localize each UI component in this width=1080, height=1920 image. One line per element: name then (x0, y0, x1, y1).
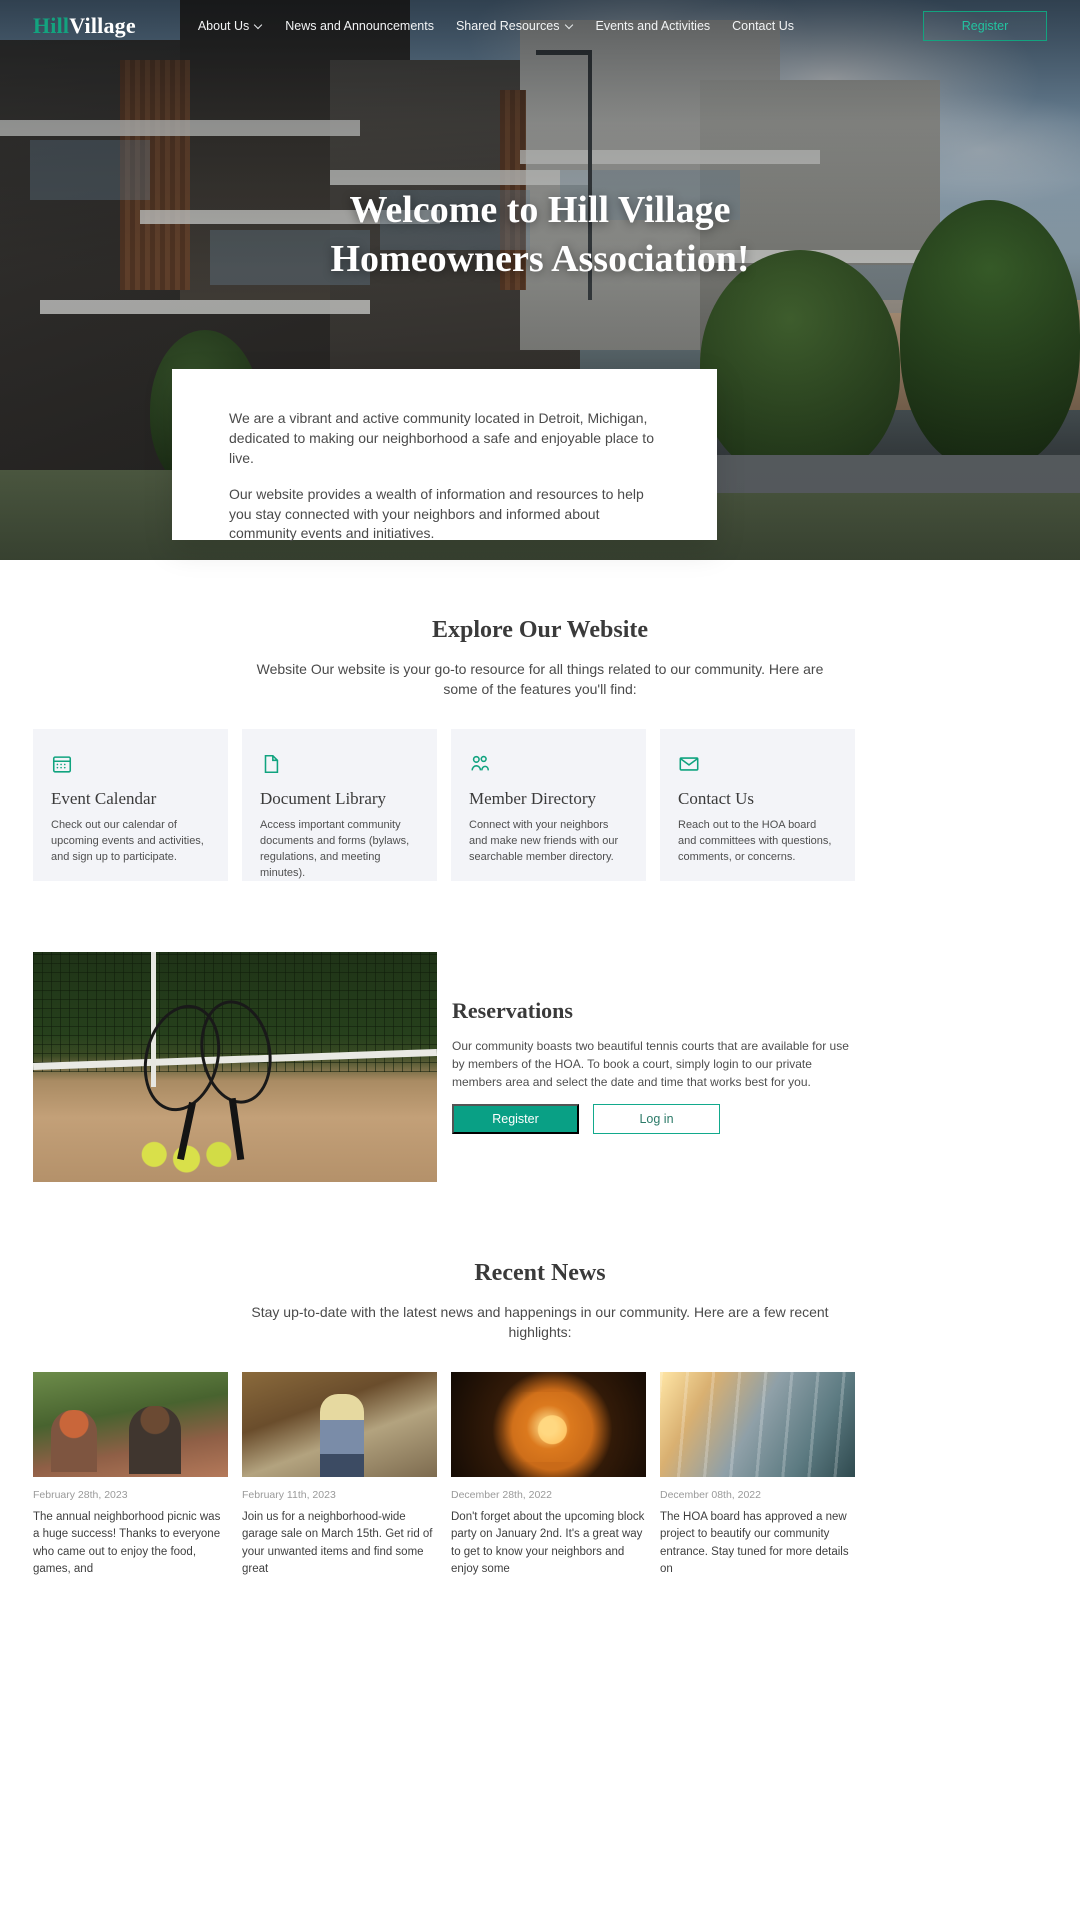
reservations-description: Our community boasts two beautiful tenni… (452, 1039, 849, 1089)
feature-card-contact-us[interactable]: Contact Us Reach out to the HOA board an… (660, 729, 855, 881)
intro-paragraph-2: Our website provides a wealth of informa… (229, 485, 644, 542)
nav-item-shared-resources[interactable]: Shared Resources (456, 20, 574, 33)
news-section-subtitle: Stay up-to-date with the latest news and… (251, 1304, 829, 1340)
calendar-icon (51, 753, 73, 775)
nav-item-label: Shared Resources (455, 18, 560, 33)
logo-text-secondary: Village (69, 13, 136, 38)
feature-card-text: Reach out to the HOA board and committee… (678, 819, 832, 863)
reservations-register-button[interactable]: Register (452, 1104, 579, 1134)
news-thumbnail (33, 1372, 228, 1477)
news-excerpt: Join us for a neighborhood-wide garage s… (242, 1511, 433, 1575)
news-item[interactable]: February 28th, 2023 The annual neighborh… (33, 1372, 228, 1578)
news-excerpt: The HOA board has approved a new project… (660, 1511, 849, 1575)
feature-card-event-calendar[interactable]: Event Calendar Check out our calendar of… (33, 729, 228, 881)
news-excerpt: Don't forget about the upcoming block pa… (451, 1511, 645, 1575)
feature-card-text: Access important community documents and… (260, 819, 410, 879)
intro-paragraph-1: We are a vibrant and active community lo… (229, 410, 654, 466)
reservations-login-button[interactable]: Log in (593, 1104, 720, 1134)
hero-title: Welcome to Hill Village Homeowners Assoc… (0, 186, 1080, 283)
feature-card-title: Document Library (260, 789, 387, 808)
news-thumbnail (451, 1372, 646, 1477)
news-thumbnail (242, 1372, 437, 1477)
intro-card: We are a vibrant and active community lo… (172, 369, 717, 541)
nav-links: About Us News and Announcements Shared R… (198, 20, 794, 33)
reservations-tennis-image (33, 952, 437, 1182)
explore-section-title: Explore Our Website (431, 617, 649, 643)
nav-item-label: Events and Activities (595, 18, 711, 33)
feature-card-text: Connect with your neighbors and make new… (469, 819, 619, 863)
news-item[interactable]: December 28th, 2022 Don't forget about t… (451, 1372, 646, 1578)
news-excerpt: The annual neighborhood picnic was a hug… (33, 1511, 221, 1575)
nav-item-label: Contact Us (732, 18, 794, 33)
news-section-title: Recent News (474, 1260, 606, 1286)
logo-text-primary: Hill (33, 13, 70, 38)
news-item[interactable]: February 11th, 2023 Join us for a neighb… (242, 1372, 437, 1578)
chevron-down-icon (254, 21, 263, 30)
feature-card-title: Member Directory (469, 789, 596, 808)
news-date: December 28th, 2022 (451, 1489, 552, 1501)
nav-item-about-us[interactable]: About Us (198, 20, 263, 33)
feature-cards-row: Event Calendar Check out our calendar of… (33, 729, 1047, 881)
nav-item-news-and-announcements[interactable]: News and Announcements (285, 20, 434, 33)
news-cards-row: February 28th, 2023 The annual neighborh… (33, 1372, 1047, 1578)
reservations-title: Reservations (452, 998, 573, 1023)
news-thumbnail (660, 1372, 855, 1477)
reservations-buttons: Register Log in (452, 1104, 720, 1134)
nav-item-contact-us[interactable]: Contact Us (732, 20, 794, 33)
explore-section-subtitle: Website Our website is your go-to resour… (256, 661, 824, 697)
news-date: February 11th, 2023 (242, 1489, 336, 1501)
header-register-button[interactable]: Register (923, 11, 1047, 41)
top-navigation-bar: HillVillage About Us News and Announceme… (0, 0, 1080, 52)
chevron-down-icon (565, 21, 574, 30)
nav-item-events-and-activities[interactable]: Events and Activities (596, 20, 711, 33)
users-icon (469, 753, 491, 775)
feature-card-text: Check out our calendar of upcoming event… (51, 819, 204, 863)
document-icon (260, 753, 282, 775)
page-root: Welcome to Hill Village Homeowners Assoc… (0, 0, 1080, 1920)
hero-title-line-2: Homeowners Association! (330, 237, 750, 280)
nav-item-label: About Us (197, 18, 250, 33)
news-date: February 28th, 2023 (33, 1489, 128, 1501)
nav-item-label: News and Announcements (285, 18, 434, 33)
hero-title-line-1: Welcome to Hill Village (349, 189, 731, 231)
envelope-icon (678, 753, 700, 775)
feature-card-title: Event Calendar (51, 789, 157, 808)
news-item[interactable]: December 08th, 2022 The HOA board has ap… (660, 1372, 855, 1578)
feature-card-title: Contact Us (678, 789, 755, 808)
news-date: December 08th, 2022 (660, 1489, 761, 1501)
site-logo[interactable]: HillVillage (33, 13, 136, 39)
feature-card-document-library[interactable]: Document Library Access important commun… (242, 729, 437, 881)
feature-card-member-directory[interactable]: Member Directory Connect with your neigh… (451, 729, 646, 881)
